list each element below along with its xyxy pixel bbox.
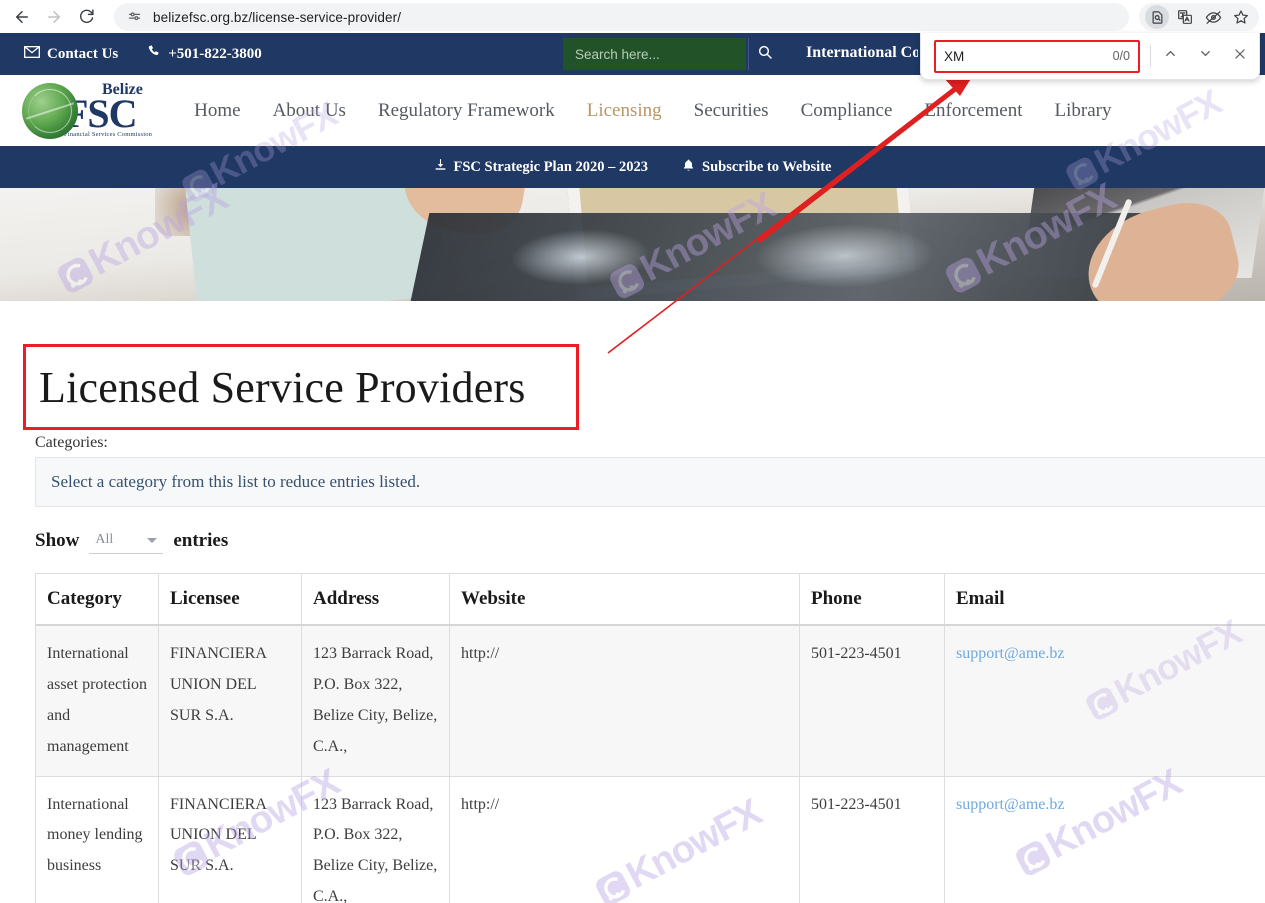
site-search-input[interactable] — [563, 45, 746, 63]
column-header-phone[interactable]: Phone — [799, 573, 945, 626]
page-title-highlight: Licensed Service Providers — [23, 344, 579, 430]
strategic-plan-label: FSC Strategic Plan 2020 – 2023 — [453, 158, 649, 175]
browser-toolbar: belizefsc.org.bz/license-service-provide… — [0, 0, 1265, 33]
cell-category: International money lending business — [35, 775, 159, 903]
cell-email: support@ame.bz — [944, 775, 1265, 903]
category-filter-box[interactable]: Select a category from this list to redu… — [35, 457, 1265, 507]
category-filter-hint: Select a category from this list to redu… — [51, 472, 421, 491]
find-in-page-icon[interactable] — [1145, 5, 1169, 29]
licensees-table-container[interactable]: Category Licensee Address Website Phone … — [35, 573, 1265, 903]
cell-phone: 501-223-4501 — [799, 775, 945, 903]
find-previous-button[interactable] — [1154, 40, 1186, 72]
international-cooperation-link[interactable]: International Co — [806, 44, 918, 62]
nav-item-library[interactable]: Library — [1039, 100, 1128, 122]
nav-item-securities[interactable]: Securities — [678, 100, 785, 122]
cell-address: 123 Barrack Road, P.O. Box 322, Belize C… — [301, 775, 450, 903]
phone-link[interactable]: +501-822-3800 — [146, 44, 262, 64]
browser-action-icons — [1139, 3, 1259, 31]
translate-icon[interactable] — [1173, 5, 1197, 29]
cell-address: 123 Barrack Road, P.O. Box 322, Belize C… — [301, 624, 450, 777]
entries-label: entries — [173, 529, 229, 551]
column-header-address[interactable]: Address — [301, 573, 450, 626]
site-search-field[interactable] — [563, 38, 746, 70]
page-banner-image — [0, 188, 1265, 301]
bell-icon — [682, 158, 695, 177]
entries-per-page-select[interactable]: All — [89, 527, 164, 554]
site-settings-icon[interactable] — [124, 7, 144, 27]
entries-per-page-value: All — [95, 532, 114, 547]
column-header-licensee[interactable]: Licensee — [158, 573, 302, 626]
browser-nav-buttons — [0, 3, 100, 31]
cell-email: support@ame.bz — [944, 624, 1265, 777]
banner-notepad — [182, 188, 448, 301]
page-title: Licensed Service Providers — [39, 362, 526, 412]
address-bar-url: belizefsc.org.bz/license-service-provide… — [153, 9, 402, 25]
column-header-email[interactable]: Email — [944, 573, 1265, 626]
logo-subtitle: Financial Services Commission — [64, 131, 153, 139]
email-link[interactable]: support@ame.bz — [956, 796, 1064, 813]
nav-item-licensing[interactable]: Licensing — [571, 100, 678, 122]
site-announcement-bar: FSC Strategic Plan 2020 – 2023 Subscribe… — [0, 146, 1265, 188]
find-input-highlight: 0/0 — [934, 39, 1140, 73]
cell-website: http:// — [449, 624, 800, 777]
subscribe-label: Subscribe to Website — [702, 158, 832, 175]
magnifier-icon — [757, 44, 773, 65]
site-logo[interactable]: Belize FSC Financial Services Commission — [22, 82, 153, 139]
column-header-category[interactable]: Category — [35, 573, 159, 626]
table-row: International asset protection and manag… — [35, 624, 1265, 777]
bookmark-star-icon[interactable] — [1229, 5, 1253, 29]
chevron-up-icon — [1163, 46, 1178, 66]
show-label: Show — [35, 529, 80, 551]
phone-icon — [146, 44, 161, 64]
contact-us-label: Contact Us — [47, 45, 119, 62]
envelope-icon — [24, 45, 40, 63]
find-close-button[interactable] — [1224, 40, 1256, 72]
table-row: International money lending business FIN… — [35, 775, 1265, 903]
categories-label: Categories: — [35, 434, 108, 451]
cell-licensee: FINANCIERA UNION DEL SUR S.A. — [158, 624, 302, 777]
close-icon — [1233, 47, 1247, 66]
globe-logo-icon — [22, 82, 78, 139]
site-search-button[interactable] — [748, 38, 781, 70]
address-bar[interactable]: belizefsc.org.bz/license-service-provide… — [114, 3, 1129, 31]
table-header-row: Category Licensee Address Website Phone … — [35, 573, 1265, 626]
strategic-plan-link[interactable]: FSC Strategic Plan 2020 – 2023 — [434, 158, 649, 176]
find-input[interactable] — [936, 47, 1066, 65]
column-header-website[interactable]: Website — [449, 573, 800, 626]
contact-us-link[interactable]: Contact Us — [24, 45, 119, 63]
nav-item-enforcement[interactable]: Enforcement — [908, 100, 1038, 122]
subscribe-link[interactable]: Subscribe to Website — [682, 158, 831, 177]
find-divider — [1150, 45, 1151, 67]
phone-label: +501-822-3800 — [168, 45, 262, 62]
reload-icon[interactable] — [72, 3, 100, 31]
site-main-nav: Belize FSC Financial Services Commission… — [0, 75, 1265, 146]
forward-arrow-icon[interactable] — [40, 3, 68, 31]
cell-licensee: FINANCIERA UNION DEL SUR S.A. — [158, 775, 302, 903]
banner-xray-film — [410, 213, 1190, 301]
cell-phone: 501-223-4501 — [799, 624, 945, 777]
screenshot-root: belizefsc.org.bz/license-service-provide… — [0, 0, 1265, 903]
nav-item-about-us[interactable]: About Us — [257, 100, 362, 122]
cell-website: http:// — [449, 775, 800, 903]
find-match-count: 0/0 — [1112, 49, 1130, 63]
nav-item-regulatory-framework[interactable]: Regulatory Framework — [362, 100, 571, 122]
cell-category: International asset protection and manag… — [35, 624, 159, 777]
back-arrow-icon[interactable] — [8, 3, 36, 31]
licensees-table: Category Licensee Address Website Phone … — [35, 573, 1265, 903]
email-link[interactable]: support@ame.bz — [956, 645, 1064, 662]
find-next-button[interactable] — [1189, 40, 1221, 72]
chevron-down-icon — [147, 537, 158, 543]
eye-slash-icon[interactable] — [1201, 5, 1225, 29]
chevron-down-icon — [1198, 46, 1213, 66]
nav-item-compliance[interactable]: Compliance — [785, 100, 909, 122]
show-entries-control: Show All entries — [35, 527, 228, 554]
nav-links: Home About Us Regulatory Framework Licen… — [178, 100, 1127, 122]
find-in-page-bar: 0/0 — [920, 33, 1260, 80]
download-icon — [434, 158, 447, 176]
nav-item-home[interactable]: Home — [178, 100, 256, 122]
